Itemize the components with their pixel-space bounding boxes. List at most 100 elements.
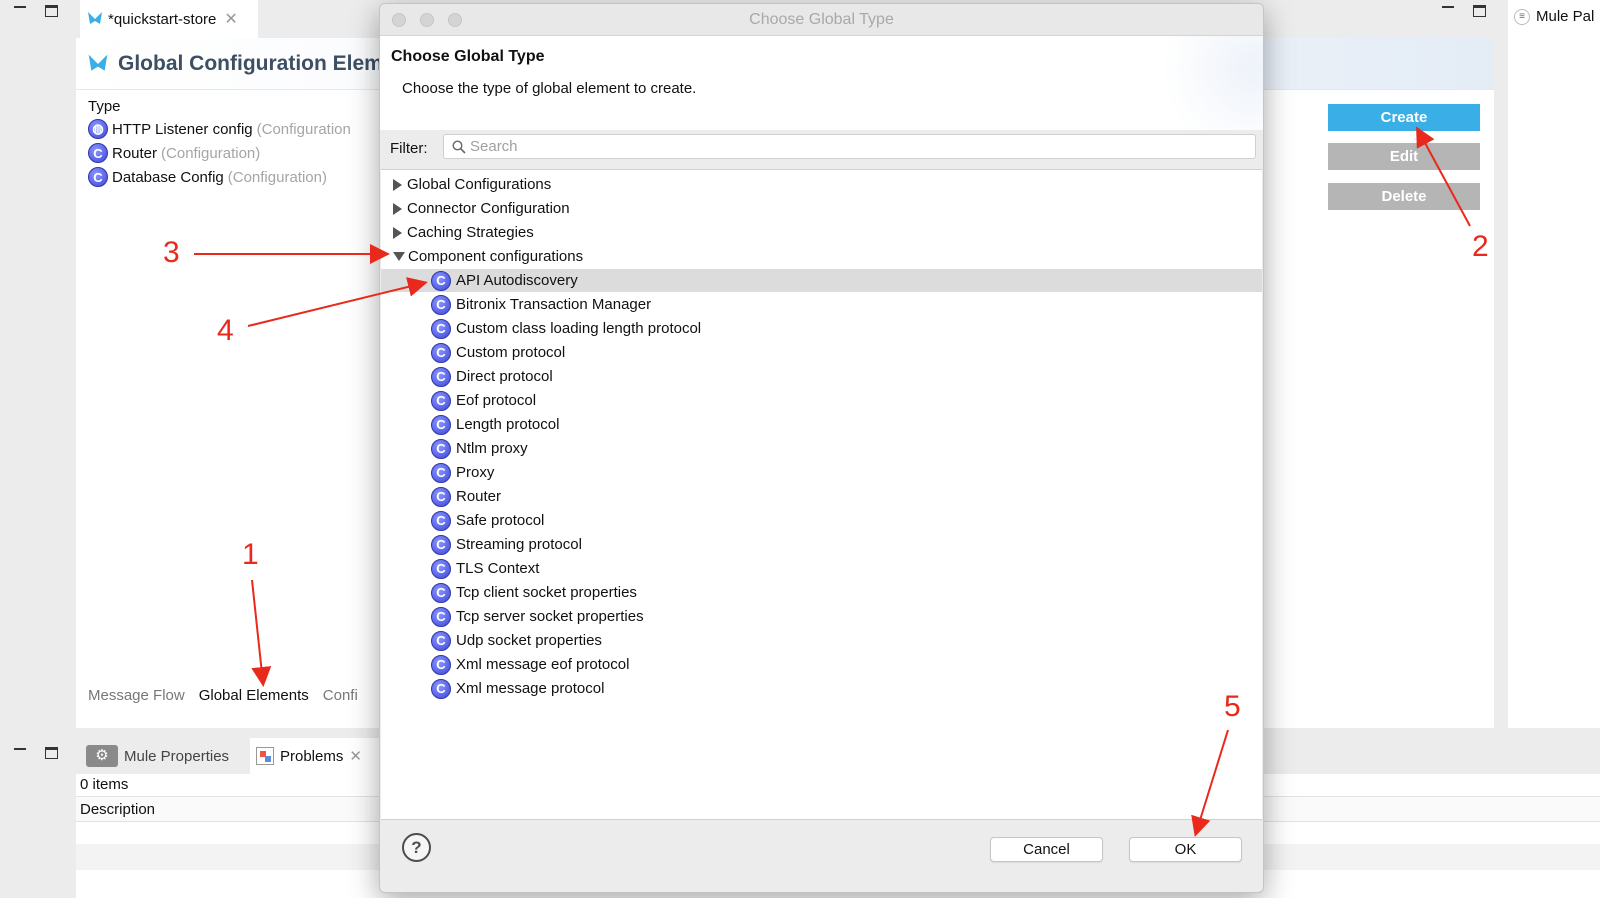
tree-category-caching-strategies[interactable]: Caching Strategies: [381, 221, 1262, 244]
config-icon: C: [431, 390, 451, 411]
config-icon: C: [431, 678, 451, 699]
global-element-row[interactable]: C Router (Configuration): [88, 143, 260, 163]
delete-button[interactable]: Delete: [1328, 183, 1480, 210]
tab-configuration-xml[interactable]: Confi: [323, 687, 358, 704]
config-icon: C: [431, 606, 451, 627]
minimize-palette-icon[interactable]: [1442, 6, 1454, 8]
dialog-heading: Choose Global Type: [391, 48, 545, 65]
create-button[interactable]: Create: [1328, 104, 1480, 131]
tree-item[interactable]: C Xml message eof protocol: [381, 653, 1262, 676]
config-icon: C: [431, 510, 451, 531]
tab-label: Mule Properties: [124, 747, 230, 765]
tree-item[interactable]: C Router: [381, 485, 1262, 508]
config-icon: C: [431, 270, 451, 291]
tree-item[interactable]: C Ntlm proxy: [381, 437, 1262, 460]
tab-label: Problems: [280, 747, 344, 765]
tree-item[interactable]: C Bitronix Transaction Manager: [381, 293, 1262, 316]
tab-mule-properties[interactable]: ⚙ Mule Properties: [80, 738, 248, 774]
help-button[interactable]: ?: [402, 833, 431, 862]
tree-item-api-autodiscovery[interactable]: C API Autodiscovery: [381, 269, 1262, 292]
global-element-row[interactable]: C Database Config (Configuration): [88, 167, 327, 187]
category-label: Caching Strategies: [407, 224, 534, 241]
maximize-panel-icon[interactable]: [45, 747, 58, 759]
dialog-banner: Choose Global Type Choose the type of gl…: [380, 36, 1263, 130]
tab-message-flow[interactable]: Message Flow: [88, 687, 185, 704]
search-input[interactable]: Search: [443, 134, 1256, 159]
item-label: Custom class loading length protocol: [456, 320, 702, 337]
tab-problems[interactable]: Problems ✕: [250, 738, 380, 774]
close-tab-icon[interactable]: ✕: [349, 747, 362, 765]
tree-item[interactable]: C Xml message protocol: [381, 677, 1262, 700]
minimize-editor-icon[interactable]: [14, 6, 26, 8]
expand-arrow-icon[interactable]: [393, 178, 402, 191]
palette-tab[interactable]: ≡ Mule Pal: [1514, 8, 1594, 25]
element-name: HTTP Listener config: [112, 120, 253, 138]
http-globe-icon: ◍: [88, 119, 108, 139]
item-label: API Autodiscovery: [456, 272, 578, 289]
tree-category-global-configurations[interactable]: Global Configurations: [381, 173, 1262, 196]
edit-button[interactable]: Edit: [1328, 143, 1480, 170]
ok-button[interactable]: OK: [1129, 837, 1242, 862]
search-placeholder: Search: [470, 138, 518, 155]
category-label: Global Configurations: [407, 176, 552, 193]
config-icon: C: [431, 462, 451, 483]
banner-decoration: [1150, 36, 1263, 130]
tree-item[interactable]: C Eof protocol: [381, 389, 1262, 412]
tree-item[interactable]: C Direct protocol: [381, 365, 1262, 388]
editor-tab-label: *quickstart-store: [108, 10, 217, 28]
global-element-row[interactable]: ◍ HTTP Listener config (Configuration: [88, 119, 351, 139]
editor-tab-quickstart-store[interactable]: *quickstart-store ✕: [80, 0, 258, 38]
tree-item[interactable]: C Tcp client socket properties: [381, 581, 1262, 604]
expand-arrow-icon[interactable]: [393, 202, 402, 215]
tree-item[interactable]: C Proxy: [381, 461, 1262, 484]
item-label: Length protocol: [456, 416, 560, 433]
item-label: Xml message eof protocol: [456, 656, 630, 673]
element-name: Database Config: [112, 168, 224, 186]
dialog-titlebar: Choose Global Type: [380, 4, 1263, 36]
palette-menu-icon: ≡: [1514, 8, 1530, 25]
tree-category-connector-configuration[interactable]: Connector Configuration: [381, 197, 1262, 220]
annotation-label-5: 5: [1224, 690, 1241, 723]
expand-arrow-icon[interactable]: [393, 226, 402, 239]
search-icon: [452, 139, 466, 154]
collapse-arrow-icon[interactable]: [393, 252, 405, 261]
tree-item[interactable]: C Custom class loading length protocol: [381, 317, 1262, 340]
config-icon: C: [88, 143, 108, 163]
description-column-header: Description: [80, 801, 156, 818]
tab-global-elements[interactable]: Global Elements: [199, 687, 309, 704]
close-tab-icon[interactable]: ✕: [224, 9, 237, 29]
tree-category-component-configurations[interactable]: Component configurations: [381, 245, 1262, 268]
item-label: Router: [456, 488, 502, 505]
gear-icon: ⚙: [86, 745, 118, 767]
config-icon: C: [88, 167, 108, 187]
type-column-header: Type: [88, 98, 121, 115]
mule-logo-icon: [88, 12, 102, 24]
choose-global-type-dialog: Choose Global Type Choose Global Type Ch…: [379, 3, 1264, 893]
config-icon: C: [431, 582, 451, 603]
tree-item[interactable]: C Safe protocol: [381, 509, 1262, 532]
tree-item[interactable]: C TLS Context: [381, 557, 1262, 580]
config-icon: C: [431, 366, 451, 387]
tree-item[interactable]: C Custom protocol: [381, 341, 1262, 364]
maximize-palette-icon[interactable]: [1473, 5, 1486, 17]
tree-item[interactable]: C Streaming protocol: [381, 533, 1262, 556]
item-label: Tcp server socket properties: [456, 608, 644, 625]
config-icon: C: [431, 534, 451, 555]
annotation-label-1: 1: [242, 538, 259, 571]
palette-label: Mule Pal: [1536, 8, 1595, 25]
item-label: Custom protocol: [456, 344, 566, 361]
tree-item[interactable]: C Length protocol: [381, 413, 1262, 436]
minimize-panel-icon[interactable]: [14, 748, 26, 750]
tree-item[interactable]: C Udp socket properties: [381, 629, 1262, 652]
cancel-button[interactable]: Cancel: [990, 837, 1103, 862]
tree-item[interactable]: C Tcp server socket properties: [381, 605, 1262, 628]
config-icon: C: [431, 414, 451, 435]
config-icon: C: [431, 438, 451, 459]
problems-count: 0 items: [80, 776, 129, 793]
item-label: Tcp client socket properties: [456, 584, 637, 601]
category-label: Connector Configuration: [407, 200, 570, 217]
config-icon: C: [431, 558, 451, 579]
maximize-editor-icon[interactable]: [45, 5, 58, 17]
config-icon: C: [431, 654, 451, 675]
element-kind: (Configuration): [161, 144, 261, 162]
